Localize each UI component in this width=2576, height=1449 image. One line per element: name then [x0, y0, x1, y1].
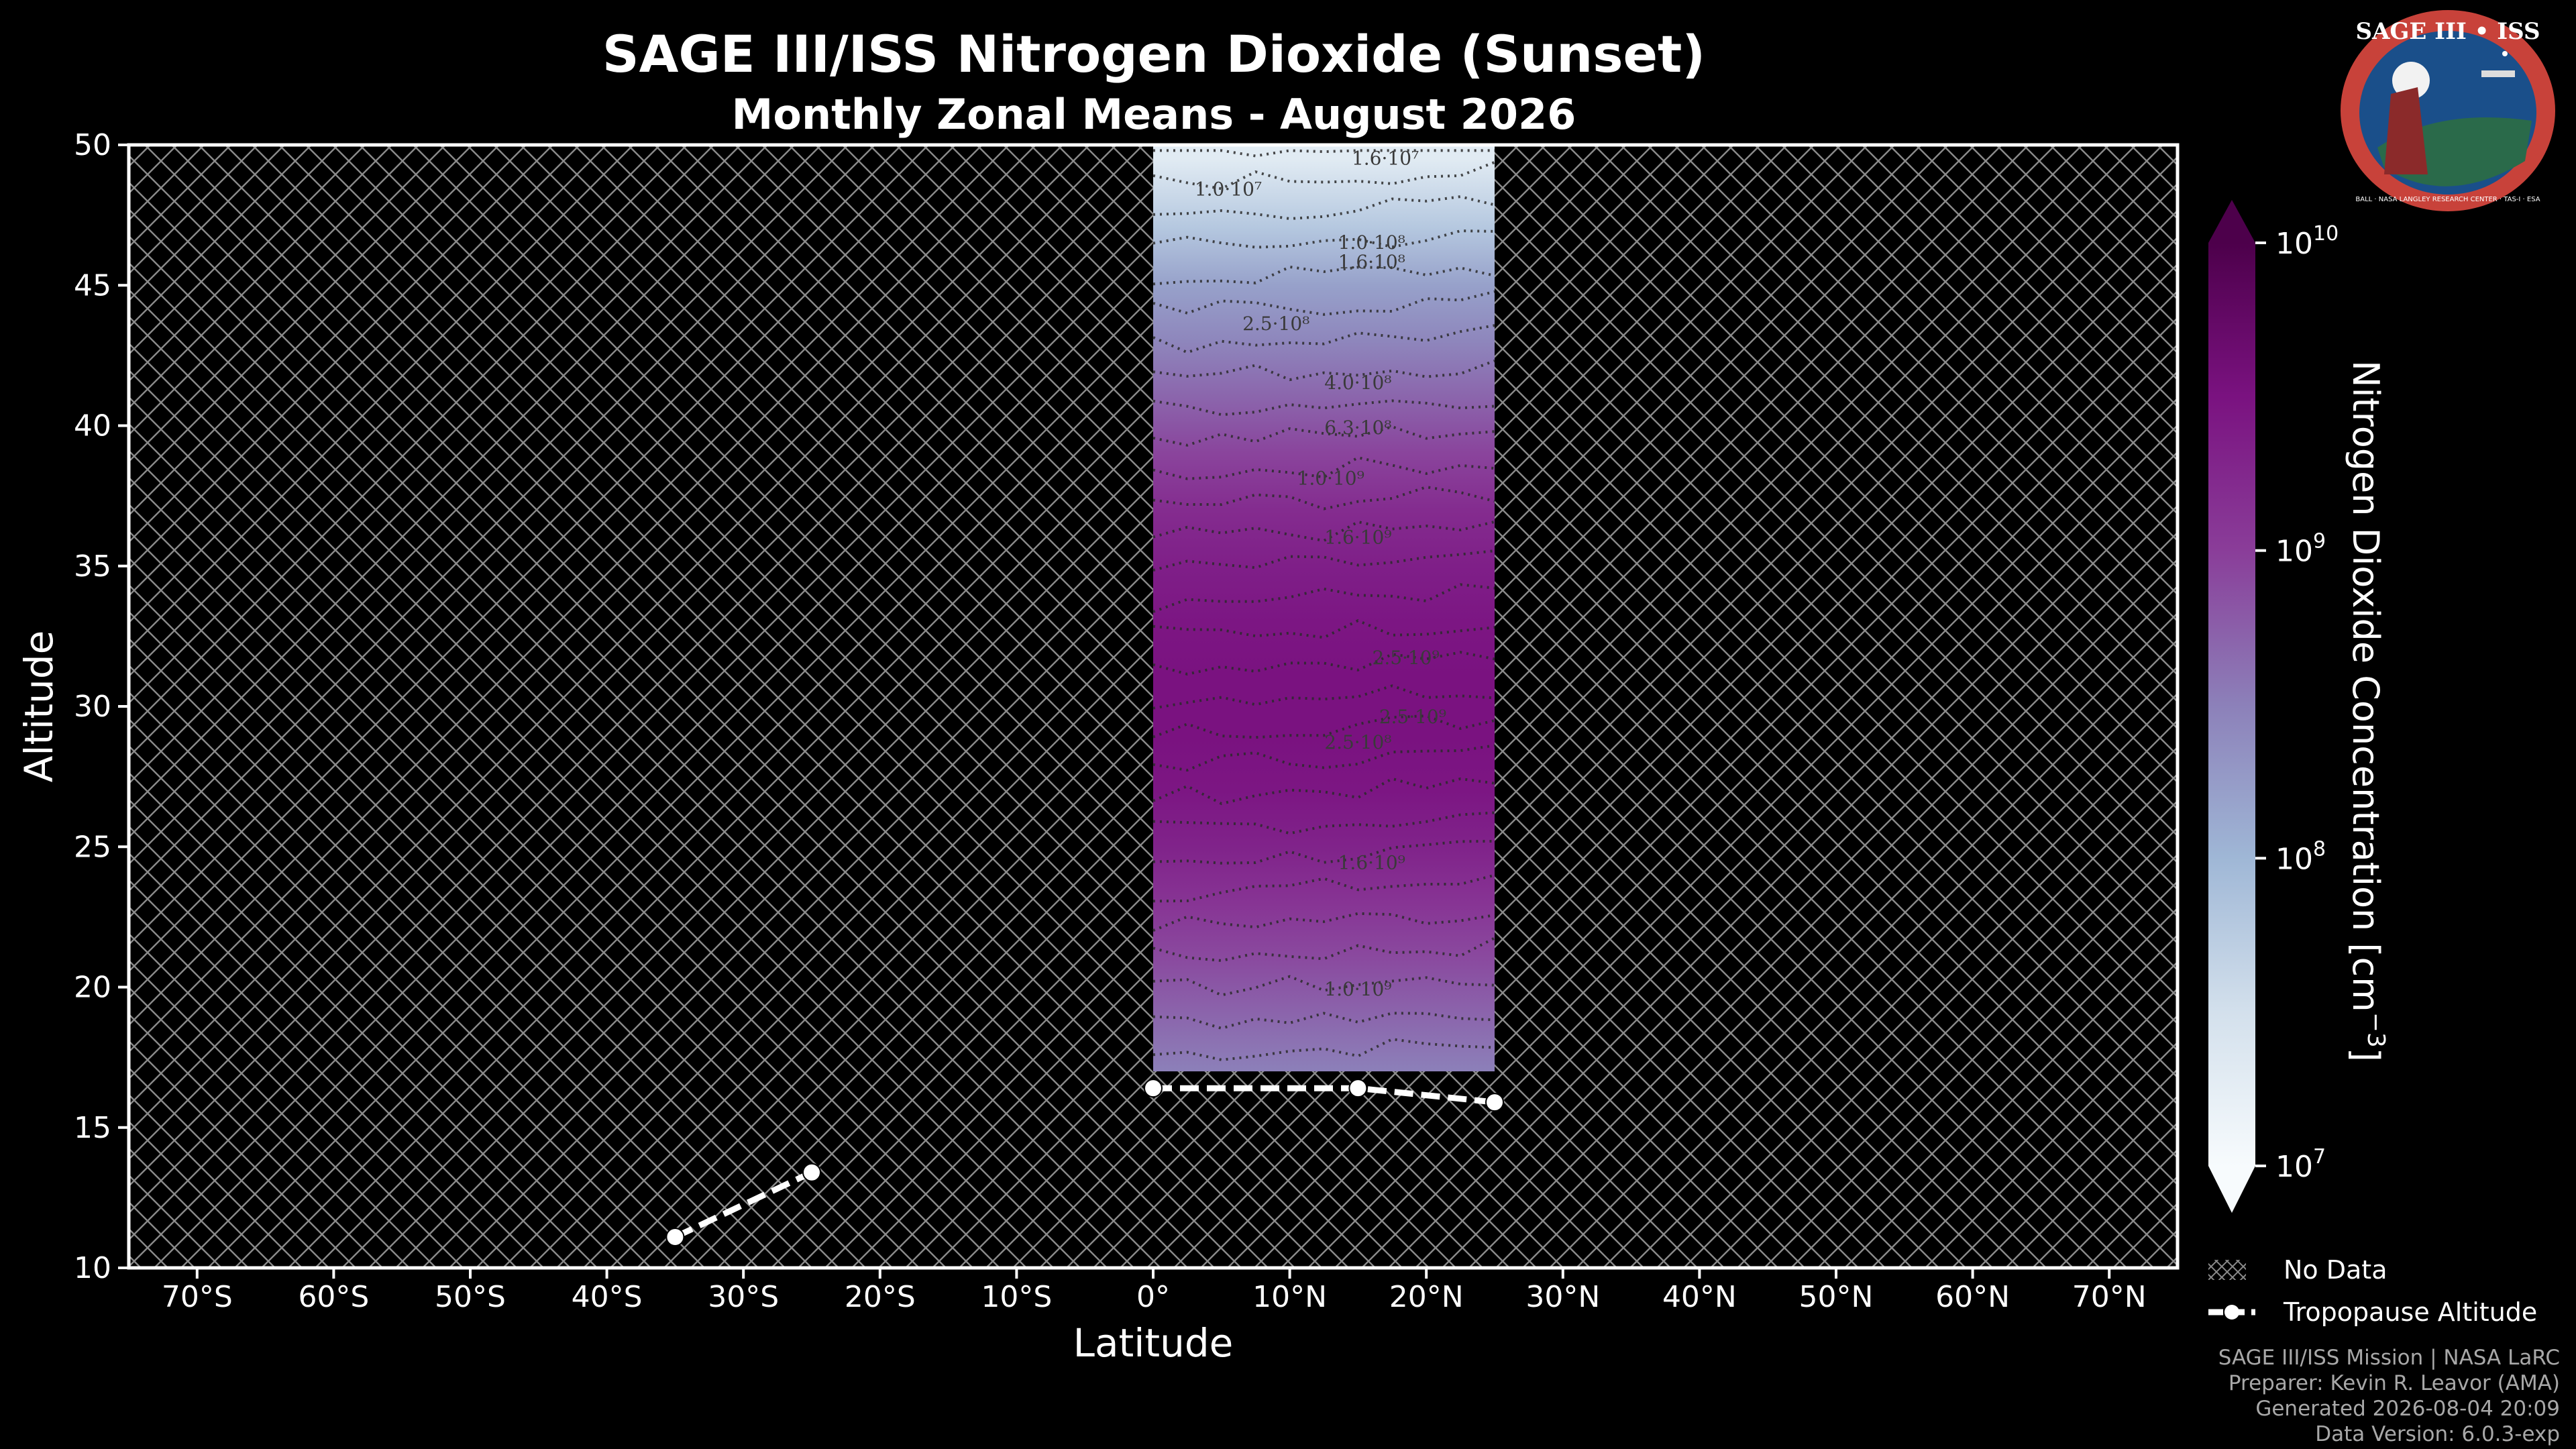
y-tick-label: 35 — [74, 549, 111, 584]
colorbar-tick-label: 1010 — [2275, 222, 2339, 261]
logo-star-icon — [2502, 51, 2508, 56]
y-tick-label: 15 — [74, 1111, 111, 1145]
colorbar: 107 108 109 1010 Nitrogen Dioxide Concentra… — [2208, 200, 2390, 1213]
tropopause-point — [665, 1227, 685, 1246]
contour-label: 2.5·10⁹ — [1379, 706, 1446, 728]
contour-label: 1.6·10⁹ — [1324, 526, 1391, 548]
contour-label: 1.0·10⁸ — [1338, 231, 1405, 254]
credit-mission: SAGE III/ISS Mission | NASA LaRC — [2218, 1346, 2560, 1370]
colorbar-extend-top — [2208, 200, 2255, 243]
colorbar-extend-bottom — [2208, 1166, 2255, 1213]
tropopause-point — [802, 1163, 821, 1182]
logo-title: SAGE III • ISS — [2355, 18, 2540, 45]
contour-label: 1.6·10⁹ — [1338, 852, 1405, 874]
y-axis-label: Altitude — [16, 631, 62, 783]
colorbar-tick-label: 109 — [2275, 530, 2326, 569]
colorbar-tick-label: 108 — [2275, 837, 2326, 876]
x-tick-label: 10°N — [1252, 1280, 1327, 1314]
credit-generated: Generated 2026-08-04 20:09 — [2255, 1397, 2560, 1421]
legend: No Data Tropopause Altitude — [2208, 1255, 2537, 1327]
contour-label: 1.0·10⁹ — [1324, 978, 1391, 1000]
contour-label: 6.3·10⁸ — [1324, 417, 1391, 439]
tropopause-point — [1348, 1079, 1368, 1098]
logo-station-icon — [2481, 70, 2515, 77]
x-tick-label: 70°S — [162, 1280, 233, 1314]
x-tick-label: 10°S — [981, 1280, 1052, 1314]
x-tick-label: 40°S — [572, 1280, 643, 1314]
y-tick-label: 25 — [74, 830, 111, 864]
contour-label: 2.5·10⁸ — [1242, 313, 1309, 335]
credit-data-version: Data Version: 6.0.3-exp — [2315, 1422, 2560, 1446]
colorbar-tick-label: 107 — [2275, 1145, 2326, 1184]
x-tick-label: 0° — [1136, 1280, 1170, 1314]
y-axis-ticks: 10 15 20 25 30 35 40 45 50 — [74, 128, 129, 1285]
contour-label: 2.5·10⁸ — [1324, 731, 1391, 753]
data-region — [1153, 145, 1495, 1072]
contour-label: 4.0·10⁸ — [1324, 372, 1391, 394]
x-tick-label: 70°N — [2072, 1280, 2147, 1314]
y-tick-label: 20 — [74, 971, 111, 1005]
x-tick-label: 50°S — [435, 1280, 506, 1314]
colorbar-label: Nitrogen Dioxide Concentration [cm−3] — [2345, 360, 2390, 1062]
y-tick-label: 45 — [74, 268, 111, 303]
colorbar-scale — [2208, 243, 2255, 1166]
legend-no-data-swatch — [2208, 1260, 2246, 1280]
chart-canvas: 1.0·10⁷ 1.6·10⁷ 1.0·10⁸1.6·10⁸ 2.5·10⁸ 4.0·1… — [16, 128, 2537, 1366]
tropopause-point — [1144, 1079, 1163, 1098]
y-tick-label: 30 — [74, 690, 111, 724]
credit-preparer: Preparer: Kevin R. Leavor (AMA) — [2228, 1371, 2560, 1395]
legend-no-data-label: No Data — [2284, 1255, 2387, 1285]
y-tick-label: 50 — [74, 128, 111, 162]
contour-label: 1.6·10⁸ — [1338, 251, 1405, 273]
tropopause-point — [1485, 1093, 1504, 1112]
x-axis-label: Latitude — [1073, 1320, 1234, 1366]
x-tick-label: 20°N — [1389, 1280, 1464, 1314]
x-tick-label: 20°S — [845, 1280, 916, 1314]
sage-iss-mission-logo: SAGE III • ISS BALL · NASA LANGLEY RESEA… — [2341, 10, 2555, 211]
x-tick-label: 30°N — [1525, 1280, 1600, 1314]
contour-label: 1.0·10⁷ — [1195, 178, 1262, 200]
logo-ring-text: BALL · NASA LANGLEY RESEARCH CENTER · TA… — [2355, 196, 2540, 203]
x-tick-label: 40°N — [1662, 1280, 1737, 1314]
contour-label: 1.6·10⁷ — [1352, 147, 1419, 169]
x-tick-label: 30°S — [708, 1280, 779, 1314]
y-tick-label: 10 — [74, 1251, 111, 1285]
x-tick-label: 60°N — [1935, 1280, 2010, 1314]
legend-tropopause-marker — [2224, 1305, 2239, 1320]
x-axis-ticks: 70°S 60°S 50°S 40°S 30°S 20°S 10°S 0° 10°N 20°N 30… — [162, 1268, 2147, 1314]
colorbar-ticks: 107 108 109 1010 — [2255, 222, 2339, 1184]
x-tick-label: 60°S — [298, 1280, 369, 1314]
x-tick-label: 50°N — [1799, 1280, 1874, 1314]
legend-tropopause-label: Tropopause Altitude — [2283, 1297, 2537, 1327]
y-tick-label: 40 — [74, 409, 111, 443]
contour-label: 2.5·10⁹ — [1373, 647, 1440, 669]
contour-label: 1.0·10⁹ — [1297, 467, 1364, 489]
